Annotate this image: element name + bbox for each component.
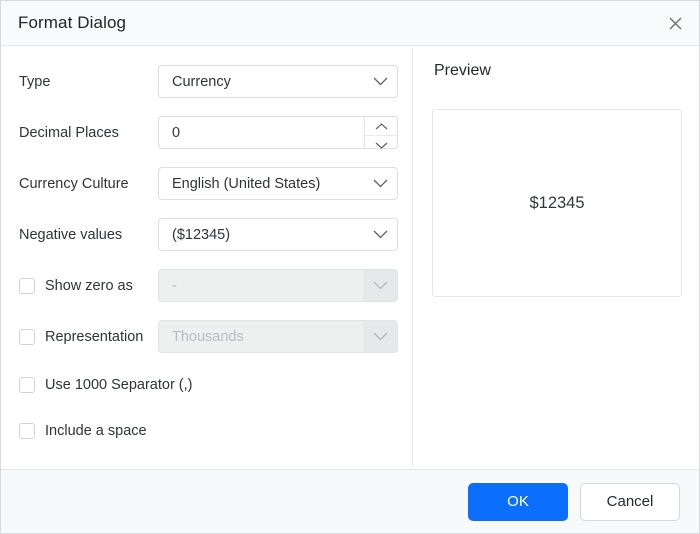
label-representation: Representation (45, 328, 144, 345)
representation-dropdown[interactable]: Thousands (158, 320, 398, 353)
close-button[interactable] (661, 9, 689, 37)
format-dialog: Format Dialog Type Currency Decimal Plac… (0, 0, 700, 534)
chevron-down-icon (363, 321, 397, 352)
decimal-places-value[interactable]: 0 (159, 125, 364, 141)
preview-box: $12345 (432, 109, 682, 297)
row-show-zero-as: Show zero as - (1, 260, 412, 311)
chevron-down-icon (363, 230, 397, 239)
row-use-1000-separator: Use 1000 Separator (,) (1, 362, 412, 408)
chevron-up-icon (375, 117, 388, 135)
label-representation-group: Representation (19, 328, 158, 345)
stepper-increment-button[interactable] (365, 117, 397, 136)
preview-value: $12345 (529, 193, 585, 212)
representation-value: Thousands (172, 328, 244, 345)
dialog-titlebar: Format Dialog (1, 1, 699, 46)
row-representation: Representation Thousands (1, 311, 412, 362)
settings-pane: Type Currency Decimal Places 0 Currency … (1, 46, 412, 469)
dialog-footer: OK Cancel (1, 469, 699, 533)
stepper-decrement-button[interactable] (365, 136, 397, 154)
currency-culture-dropdown[interactable]: English (United States) (158, 167, 398, 200)
chevron-down-icon (375, 136, 388, 154)
show-zero-as-checkbox[interactable] (19, 277, 35, 294)
label-negative-values: Negative values (19, 226, 123, 243)
currency-culture-value: English (United States) (172, 175, 321, 192)
chevron-down-icon (363, 179, 397, 188)
row-type: Type Currency (1, 56, 412, 107)
show-zero-as-value: - (172, 277, 177, 294)
dialog-body: Type Currency Decimal Places 0 Currency … (1, 46, 699, 469)
row-include-a-space: Include a space (1, 408, 412, 454)
row-currency-culture: Currency Culture English (United States) (1, 158, 412, 209)
close-icon (669, 17, 682, 30)
label-currency-culture: Currency Culture (19, 175, 129, 192)
chevron-down-icon (363, 270, 397, 301)
ok-button[interactable]: OK (468, 482, 568, 521)
type-dropdown[interactable]: Currency (158, 65, 398, 98)
dialog-title: Format Dialog (18, 13, 127, 32)
representation-checkbox[interactable] (19, 328, 35, 345)
include-a-space-checkbox[interactable] (19, 423, 35, 439)
stepper-buttons (364, 117, 397, 149)
type-dropdown-value: Currency (172, 73, 231, 90)
use-1000-separator-checkbox[interactable] (19, 377, 35, 393)
decimal-places-stepper[interactable]: 0 (158, 116, 398, 149)
label-show-zero-as: Show zero as (45, 277, 133, 294)
label-type: Type (19, 73, 51, 90)
row-negative-values: Negative values ($12345) (1, 209, 412, 260)
label-decimal-places: Decimal Places (19, 124, 119, 141)
negative-values-value: ($12345) (172, 226, 231, 243)
show-zero-as-dropdown[interactable]: - (158, 269, 398, 302)
row-decimal-places: Decimal Places 0 (1, 107, 412, 158)
chevron-down-icon (363, 77, 397, 86)
negative-values-dropdown[interactable]: ($12345) (158, 218, 398, 251)
label-include-a-space[interactable]: Include a space (45, 423, 147, 439)
label-show-zero-as-group: Show zero as (19, 277, 158, 294)
preview-pane: Preview $12345 (413, 46, 699, 469)
preview-title: Preview (434, 62, 491, 79)
cancel-button[interactable]: Cancel (580, 482, 680, 521)
label-use-1000-separator[interactable]: Use 1000 Separator (,) (45, 377, 193, 393)
